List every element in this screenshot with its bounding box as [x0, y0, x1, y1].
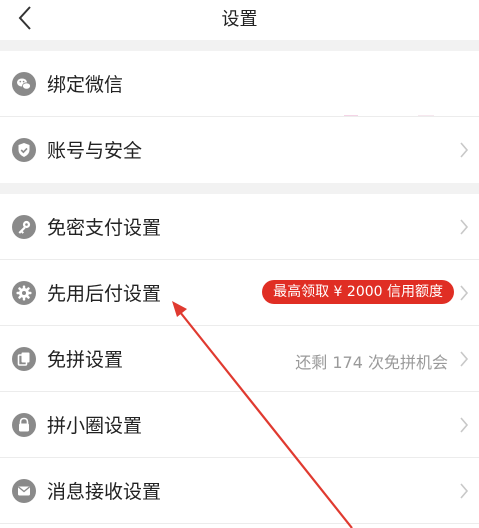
settings-row-group-free[interactable]: 免拼设置 还剩 174 次免拼机会	[0, 326, 479, 392]
gear-icon	[12, 281, 36, 305]
wechat-icon	[12, 72, 36, 96]
chevron-right-icon	[460, 351, 469, 367]
shield-check-icon	[12, 138, 36, 162]
chevron-right-icon	[460, 219, 469, 235]
settings-row-account-security[interactable]: 账号与安全	[0, 117, 479, 183]
lock-icon	[12, 413, 36, 437]
settings-row-label: 拼小圈设置	[47, 415, 143, 437]
settings-row-label: 先用后付设置	[47, 283, 162, 305]
chevron-right-icon	[460, 285, 469, 301]
settings-row-bind-wechat[interactable]: 绑定微信	[0, 51, 479, 149]
credit-promo-badge: 最高领取 ¥ 2000 信用额度	[262, 280, 454, 304]
message-icon	[12, 479, 36, 503]
copy-icon	[12, 347, 36, 371]
chevron-right-icon	[460, 142, 469, 158]
settings-row-message-receive[interactable]: 消息接收设置	[0, 458, 479, 524]
settings-row-label: 账号与安全	[47, 140, 143, 162]
chevron-right-icon	[460, 483, 469, 499]
top-bar: 设置	[0, 0, 479, 40]
settings-row-label: 绑定微信	[47, 74, 124, 96]
chevron-right-icon	[460, 417, 469, 433]
settings-row-label: 免拼设置	[47, 349, 124, 371]
settings-row-label: 消息接收设置	[47, 481, 162, 503]
section-divider	[0, 183, 479, 194]
remaining-count-text: 还剩 174 次免拼机会	[295, 353, 448, 372]
key-icon	[12, 215, 36, 239]
page-title: 设置	[221, 9, 258, 30]
section-divider	[0, 40, 479, 51]
settings-row-password-free-pay[interactable]: 免密支付设置	[0, 194, 479, 260]
settings-row-pay-later[interactable]: 先用后付设置 最高领取 ¥ 2000 信用额度	[0, 260, 479, 326]
settings-row-label: 免密支付设置	[47, 217, 162, 239]
settings-row-circle[interactable]: 拼小圈设置	[0, 392, 479, 458]
